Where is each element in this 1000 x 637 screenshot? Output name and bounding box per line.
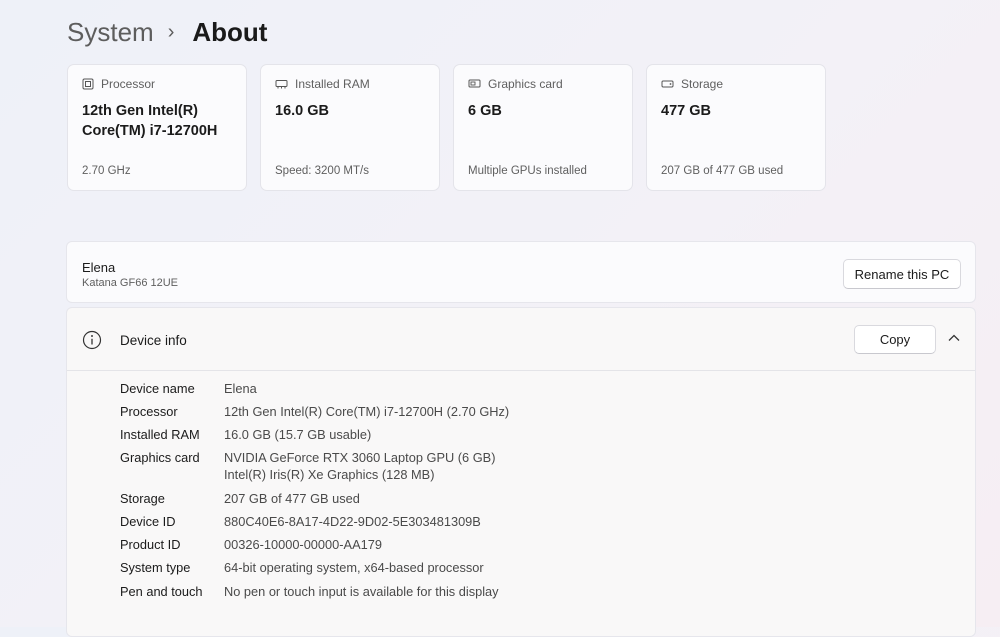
ram-card: Installed RAM 16.0 GB Speed: 3200 MT/s [260,64,440,191]
card-label: Processor [101,77,156,91]
card-subtext: Speed: 3200 MT/s [275,165,369,177]
device-info-title: Device info [120,333,187,348]
row-value: 64-bit operating system, x64-based proce… [224,560,484,575]
row-value: 00326-10000-00000-AA179 [224,537,382,552]
card-header: Graphics card [468,77,563,91]
row-label: Pen and touch [120,584,203,599]
card-header: Storage [661,77,723,91]
row-label: Processor [120,404,178,419]
rename-pc-button[interactable]: Rename this PC [843,259,961,289]
breadcrumb-system-link[interactable]: System [67,17,154,48]
card-value: 6 GB [468,103,502,119]
row-value-secondary: Intel(R) Iris(R) Xe Graphics (128 MB) [224,467,435,482]
row-label: Device name [120,381,195,396]
device-info-header[interactable]: Device info Copy [67,308,975,371]
row-value: NVIDIA GeForce RTX 3060 Laptop GPU (6 GB… [224,450,496,465]
row-value: 880C40E6-8A17-4D22-9D02-5E303481309B [224,514,481,529]
device-id-row: Device ID 880C40E6-8A17-4D22-9D02-5E3034… [120,514,481,529]
pc-name: Elena [82,260,116,275]
row-label: Storage [120,491,165,506]
row-label: Product ID [120,537,181,552]
breadcrumb: System › About [67,14,267,50]
storage-card: Storage 477 GB 207 GB of 477 GB used [646,64,826,191]
card-value: 12th Gen Intel(R) Core(TM) i7-12700H [82,103,218,139]
graphics-card-icon [468,79,481,88]
row-label: Installed RAM [120,427,200,442]
card-label: Graphics card [488,77,563,91]
pc-name-section: Elena Katana GF66 12UE Rename this PC [66,241,976,303]
storage-icon [661,80,674,88]
chevron-up-icon[interactable] [947,333,961,343]
breadcrumb-separator: › [167,20,175,43]
graphics-card-card: Graphics card 6 GB Multiple GPUs install… [453,64,633,191]
row-value: 207 GB of 477 GB used [224,491,360,506]
row-label: System type [120,560,191,575]
row-value: Elena [224,381,257,396]
product-id-row: Product ID 00326-10000-00000-AA179 [120,537,382,552]
device-info-panel: Device info Copy Device name Elena Proce… [66,307,976,637]
card-subtext: 207 GB of 477 GB used [661,165,784,177]
processor-card: Processor 12th Gen Intel(R) Core(TM) i7-… [67,64,247,191]
card-label: Installed RAM [295,77,370,91]
processor-row: Processor 12th Gen Intel(R) Core(TM) i7-… [120,404,509,419]
ram-icon [275,80,288,89]
page-title: About [192,16,268,47]
storage-row: Storage 207 GB of 477 GB used [120,491,360,506]
installed-ram-row: Installed RAM 16.0 GB (15.7 GB usable) [120,427,371,442]
row-label: Graphics card [120,450,200,465]
card-subtext: 2.70 GHz [82,165,131,177]
card-subtext: Multiple GPUs installed [468,165,587,177]
row-value: No pen or touch input is available for t… [224,584,499,599]
card-header: Processor [82,77,155,91]
card-value: 477 GB [661,103,711,119]
copy-button[interactable]: Copy [854,325,936,354]
info-icon [82,330,102,350]
pc-model: Katana GF66 12UE [82,277,179,289]
device-name-row: Device name Elena [120,381,257,396]
graphics-card-row: Graphics card NVIDIA GeForce RTX 3060 La… [120,450,495,482]
row-label: Device ID [120,514,176,529]
row-value: 12th Gen Intel(R) Core(TM) i7-12700H (2.… [224,404,510,419]
pen-and-touch-row: Pen and touch No pen or touch input is a… [120,584,499,599]
card-header: Installed RAM [275,77,370,91]
system-type-row: System type 64-bit operating system, x64… [120,560,484,575]
card-value: 16.0 GB [275,103,329,119]
processor-icon [82,78,94,90]
row-value: 16.0 GB (15.7 GB usable) [224,427,372,442]
card-label: Storage [681,77,724,91]
